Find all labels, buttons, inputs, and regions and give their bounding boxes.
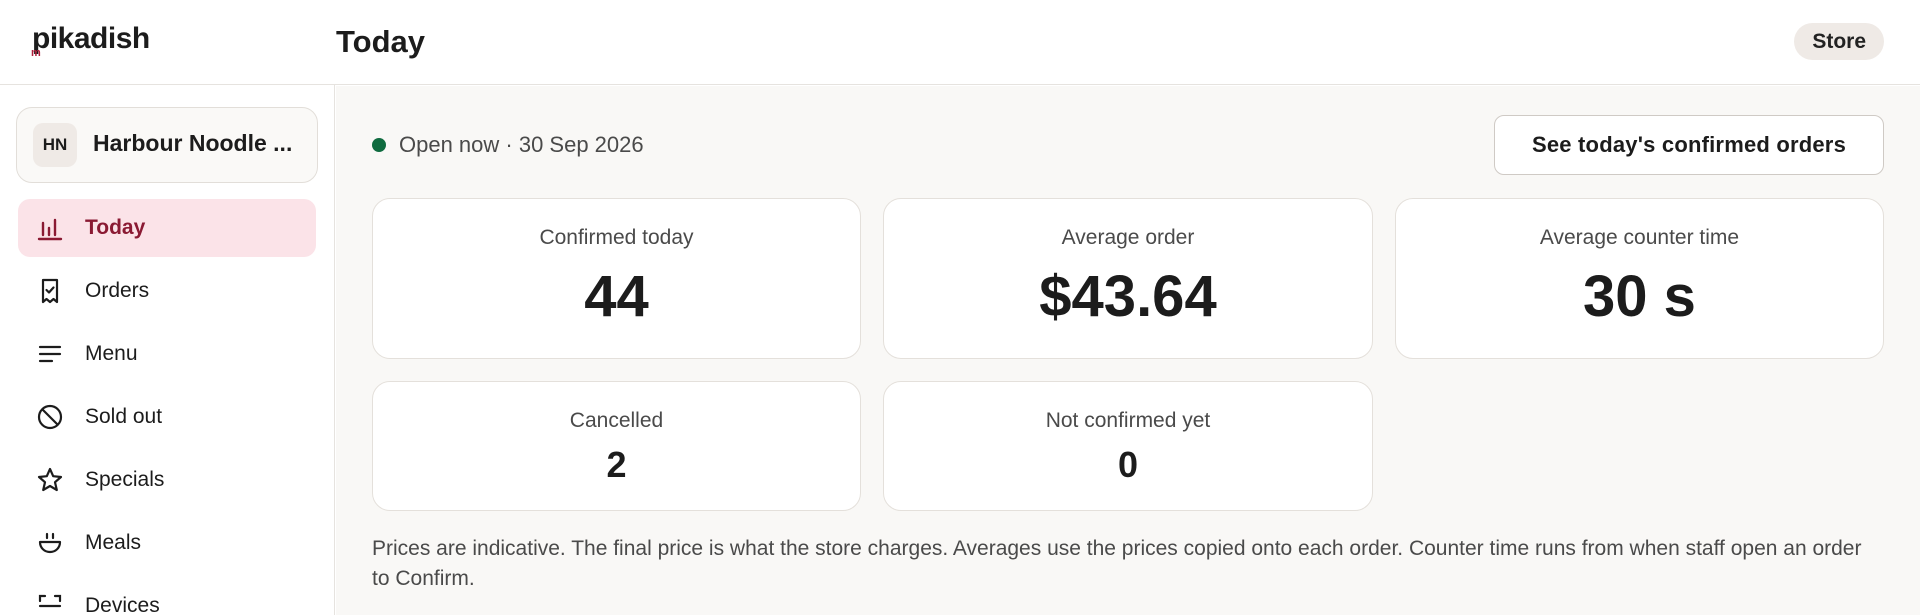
star-icon	[35, 465, 65, 495]
open-status: Open now · 30 Sep 2026	[372, 132, 644, 158]
stat-label: Not confirmed yet	[1045, 409, 1211, 432]
stat-value: 30 s	[1583, 264, 1696, 329]
menu-lines-icon	[35, 339, 65, 369]
stat-card-average-order: Average order $43.64	[883, 198, 1373, 359]
logo-mark-icon: m	[31, 47, 41, 59]
sidebar: HN Harbour Noodle ... Today Orders Menu …	[0, 85, 335, 615]
receipt-check-icon	[35, 276, 65, 306]
stat-card-average-counter-time: Average counter time 30 s	[1395, 198, 1884, 359]
stat-value: 44	[584, 264, 649, 329]
ban-icon	[35, 402, 65, 432]
sidebar-item-label: Specials	[85, 468, 165, 491]
sidebar-item-menu[interactable]: Menu	[18, 325, 316, 383]
sidebar-item-label: Devices	[85, 594, 160, 615]
open-status-text: Open now · 30 Sep 2026	[399, 132, 644, 157]
sidebar-item-meals[interactable]: Meals	[18, 514, 316, 572]
chart-bars-icon	[35, 213, 65, 243]
stat-card-confirmed-today: Confirmed today 44	[372, 198, 861, 359]
scan-icon	[35, 591, 65, 615]
top-bar: pikadish m Today Store	[0, 0, 1920, 85]
stat-label: Average counter time	[1539, 226, 1740, 249]
sidebar-item-orders[interactable]: Orders	[18, 262, 316, 320]
sidebar-item-label: Orders	[85, 279, 150, 302]
stat-label: Confirmed today	[539, 226, 694, 249]
store-avatar: HN	[33, 123, 77, 167]
sidebar-item-today[interactable]: Today	[18, 199, 316, 257]
store-name: Harbour Noodle ...	[93, 130, 293, 156]
sidebar-item-label: Menu	[85, 342, 138, 365]
bowl-icon	[35, 528, 65, 558]
sidebar-item-sold-out[interactable]: Sold out	[18, 388, 316, 446]
pricing-footnote: Prices are indicative. The final price i…	[372, 537, 1862, 590]
sidebar-item-label: Today	[85, 216, 146, 239]
app-logo[interactable]: pikadish	[32, 22, 150, 56]
store-button[interactable]: Store	[1794, 23, 1884, 60]
open-status-dot-icon	[372, 138, 386, 152]
see-confirmed-orders-button[interactable]: See today's confirmed orders	[1494, 115, 1884, 175]
stat-value: $43.64	[1039, 264, 1217, 329]
stat-value: 2	[606, 444, 627, 485]
stat-card-not-confirmed: Not confirmed yet 0	[883, 381, 1373, 511]
stat-card-cancelled: Cancelled 2	[372, 381, 861, 511]
sidebar-item-label: Meals	[85, 531, 142, 554]
store-switcher[interactable]: HN Harbour Noodle ...	[16, 107, 318, 183]
stat-value: 0	[1117, 444, 1139, 485]
page-title: Today	[336, 24, 425, 59]
stat-label: Cancelled	[569, 409, 664, 432]
main-content: Open now · 30 Sep 2026 See today's confi…	[336, 86, 1920, 615]
sidebar-item-specials[interactable]: Specials	[18, 451, 316, 509]
sidebar-item-label: Sold out	[85, 405, 163, 428]
stat-label: Average order	[1061, 226, 1195, 249]
sidebar-nav: Today Orders Menu Sold out Specials Meal…	[18, 199, 316, 615]
sidebar-item-devices[interactable]: Devices	[18, 577, 316, 615]
